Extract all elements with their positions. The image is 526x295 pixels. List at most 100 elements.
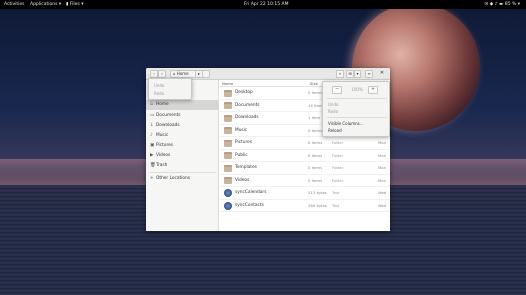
zoom-in-button[interactable]: + (368, 86, 378, 94)
row-size: 213 bytes (308, 190, 327, 195)
forward-button[interactable]: › (158, 70, 166, 78)
table-row[interactable]: Pictures 0 items Folder Mon (220, 137, 390, 150)
row-type: Folder (332, 178, 344, 183)
path-bar-home[interactable]: ⌂ Home (170, 70, 210, 78)
folder-icon (224, 114, 232, 122)
table-row[interactable]: syncContacts 269 bytes Text Wed (220, 200, 390, 212)
folder-icon (224, 139, 232, 147)
grid-icon: ⊞ (348, 71, 352, 76)
sidebar-item-pictures[interactable]: ▣ Pictures (146, 141, 219, 151)
menu-item-redo[interactable]: Redo (154, 91, 164, 96)
back-button[interactable]: ‹ (150, 70, 158, 78)
row-name: Documents (235, 102, 260, 108)
file-icon (224, 201, 232, 210)
row-type: Text (332, 191, 340, 195)
row-name: Pictures (235, 140, 253, 145)
folder-icon (224, 152, 232, 159)
folder-icon (224, 102, 232, 109)
row-size: 0 items (308, 140, 323, 145)
row-name: Templates (235, 165, 257, 170)
system-status-menu[interactable]: ✉ ◆ ♪ ◂▸ 85 % ▾ (485, 0, 520, 9)
sidebar-item-downloads[interactable]: ↓ Downloads (146, 121, 219, 131)
table-row[interactable]: Public 0 items Folder Mon (220, 150, 390, 162)
file-icon (224, 189, 232, 197)
sidebar-item-label: Videos (156, 153, 171, 158)
clock[interactable]: Fri Apr 22 10:15 AM (244, 0, 289, 9)
row-size: 0 items (308, 152, 323, 158)
hamburger-icon: ≡ (367, 71, 371, 76)
sidebar-item-home[interactable]: ⌂ Home (146, 100, 219, 110)
sidebar-item-documents[interactable]: ▭ Documents (146, 111, 219, 121)
zoom-level[interactable]: 100% (345, 86, 369, 94)
sidebar-item-label: Documents (156, 113, 181, 118)
sidebar-separator (150, 172, 216, 173)
sidebar-item-videos[interactable]: ▶ Videos (146, 151, 219, 161)
row-modified: Mon (378, 152, 387, 158)
zoom-out-button[interactable]: − (332, 86, 342, 94)
row-name: Downloads (235, 115, 259, 120)
view-mode-button[interactable]: ⊞ (346, 70, 354, 78)
row-size: 0 items (308, 127, 323, 133)
sidebar-item-label: Trash (156, 163, 168, 168)
sidebar-item-music[interactable]: ♪ Music (146, 131, 219, 141)
search-icon: ⌕ (338, 71, 342, 76)
folder-icon (224, 127, 232, 134)
menu-item-redo[interactable]: Redo (328, 109, 338, 114)
window-menu-button[interactable]: ≡ (365, 70, 373, 78)
path-popover-menu: Undo Redo (148, 78, 192, 100)
folder-icon (224, 177, 232, 184)
sidebar-item-label: Pictures (156, 143, 174, 148)
menu-item-undo[interactable]: Undo (328, 102, 338, 107)
table-row[interactable]: syncCalendars 213 bytes Text Wed (220, 187, 390, 200)
row-size: 0 items (308, 90, 323, 95)
row-name: Videos (235, 177, 250, 183)
row-modified: Mon (378, 177, 387, 183)
back-arrow-icon: ‹ (153, 71, 155, 76)
row-type: Text (332, 203, 340, 208)
menu-separator (327, 117, 387, 118)
row-name: syncCalendars (235, 190, 267, 195)
row-modified: Mon (378, 165, 387, 170)
activities-button[interactable]: Activities (4, 0, 25, 9)
menu-item-undo[interactable]: Undo (154, 83, 164, 88)
sidebar-item-other-locations[interactable]: + Other Locations (146, 174, 219, 184)
row-size: 0 items (308, 165, 323, 170)
menu-item-visible-columns[interactable]: Visible Columns... (328, 121, 364, 126)
menu-separator (327, 98, 387, 99)
row-modified: Wed (378, 202, 387, 208)
folder-icon (224, 164, 232, 172)
folder-icon (224, 89, 232, 97)
row-name: Public (235, 152, 248, 158)
row-name: syncContacts (235, 202, 264, 208)
sidebar-item-trash[interactable]: 🗑Trash (146, 161, 219, 171)
row-type: Folder (332, 153, 344, 158)
sidebar-item-label: Music (156, 133, 169, 138)
sidebar: ⌂ Home ▭ Documents ↓ Downloads ♪ Music ▣ Pict… (146, 80, 219, 231)
applications-menu[interactable]: Applications ▾ (30, 0, 61, 9)
column-header-size[interactable]: Size (310, 80, 318, 87)
view-options-button[interactable]: ▾ (354, 70, 361, 78)
row-size: 1 item (308, 115, 321, 120)
view-options-popover: − 100% + Undo Redo Visible Columns... Re… (322, 81, 390, 137)
table-row[interactable]: Videos 0 items Folder Mon (220, 175, 390, 187)
row-name: Music (235, 127, 248, 133)
sidebar-item-label: Downloads (156, 123, 180, 128)
search-button[interactable]: ⌕ (336, 70, 344, 78)
row-size: 269 bytes (308, 202, 327, 208)
forward-arrow-icon: › (161, 71, 163, 76)
table-row[interactable]: Templates 0 items Folder Mon (220, 162, 390, 175)
files-app-menu[interactable]: ▮ Files ▾ (66, 0, 83, 9)
close-button[interactable]: ✕ (378, 70, 386, 78)
chevron-down-icon: ▾ (356, 71, 359, 76)
row-modified: Mon (378, 140, 387, 145)
row-size: 0 items (308, 177, 323, 183)
sidebar-item-label: Other Locations (156, 176, 190, 181)
row-type: Folder (332, 141, 344, 145)
top-bar: Activities Applications ▾ ▮ Files ▾ Fri … (0, 0, 526, 9)
menu-item-reload[interactable]: Reload (328, 128, 342, 133)
row-modified: Wed (378, 190, 387, 195)
row-type: Folder (332, 166, 344, 170)
column-header-name[interactable]: Name (222, 80, 233, 87)
path-bar-more-button[interactable]: ▸ (195, 70, 203, 78)
row-name: Desktop (235, 90, 253, 95)
